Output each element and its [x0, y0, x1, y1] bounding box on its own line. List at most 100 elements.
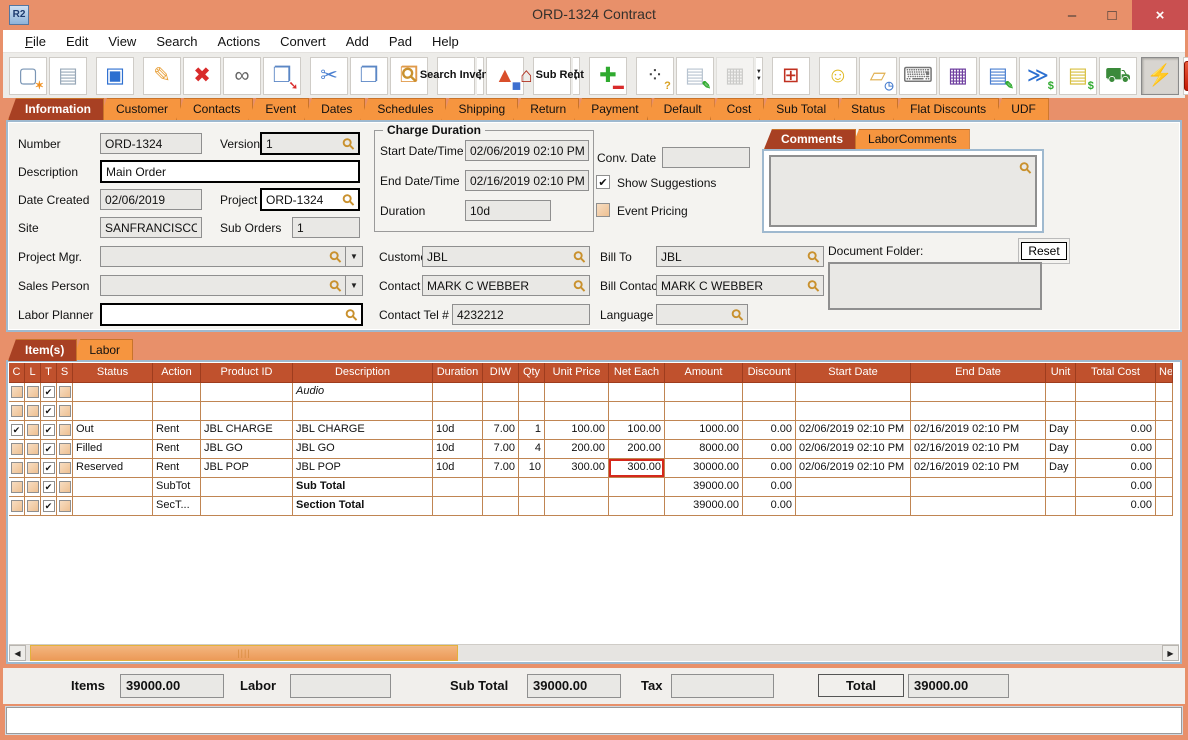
grid-cell-qty[interactable]	[519, 402, 545, 421]
grid-cell-discount[interactable]: 0.00	[743, 478, 796, 497]
grid-header-product_id[interactable]: Product ID	[201, 363, 293, 383]
grid-cell-end_date[interactable]	[911, 478, 1046, 497]
project-field[interactable]: ORD-1324⚲	[260, 188, 360, 211]
grid-cell-net2[interactable]	[1156, 497, 1173, 516]
grid-header-start_date[interactable]: Start Date	[796, 363, 911, 383]
grid-cell-net2[interactable]	[1156, 383, 1173, 402]
language-field[interactable]: ⚲	[656, 304, 748, 325]
grid-cell-total_cost[interactable]: 0.00	[1076, 459, 1156, 478]
labor-total-field[interactable]	[290, 674, 391, 698]
grid-row-checkbox-l[interactable]	[25, 478, 41, 497]
grid-cell-product_id[interactable]	[201, 497, 293, 516]
grid-row-checkbox-s[interactable]	[57, 402, 73, 421]
grid-cell-unit_price[interactable]	[545, 497, 609, 516]
grid-row-checkbox-l[interactable]	[25, 497, 41, 516]
grid-header-total_cost[interactable]: Total Cost	[1076, 363, 1156, 383]
grid-row-checkbox-l[interactable]	[25, 421, 41, 440]
find-button[interactable]: ∞	[223, 57, 261, 95]
horizontal-scrollbar[interactable]: ◀ |||| ▶	[9, 644, 1179, 661]
grid-cell-total_cost[interactable]: 0.00	[1076, 421, 1156, 440]
unchecked-checkbox-icon[interactable]	[27, 443, 39, 455]
grid-cell-diw[interactable]: 7.00	[483, 421, 519, 440]
grid-cell-action[interactable]: Rent	[153, 440, 201, 459]
menu-item-help[interactable]: Help	[422, 31, 469, 52]
comments-textarea[interactable]: ⚲	[769, 155, 1037, 227]
tab-schedules[interactable]: Schedules	[360, 98, 446, 120]
menu-item-edit[interactable]: Edit	[56, 31, 98, 52]
date-created-field[interactable]: 02/06/2019	[100, 189, 202, 210]
tab-payment[interactable]: Payment	[574, 98, 651, 120]
sub-total-field[interactable]: 39000.00	[527, 674, 621, 698]
unchecked-checkbox-icon[interactable]	[27, 405, 39, 417]
grid-cell-product_id[interactable]	[201, 383, 293, 402]
grid-cell-duration[interactable]: 10d	[433, 421, 483, 440]
tab-shipping[interactable]: Shipping	[441, 98, 518, 120]
grid-cell-unit[interactable]	[1046, 383, 1076, 402]
grid-cell-net_each[interactable]	[609, 478, 665, 497]
end-datetime-field[interactable]: 02/16/2019 02:10 PM	[465, 170, 589, 191]
unchecked-checkbox-icon[interactable]	[59, 386, 71, 398]
group-items-button[interactable]: ⁘?	[636, 57, 674, 95]
shortcut-key-button[interactable]: ⌨	[899, 57, 937, 95]
grid-cell-qty[interactable]	[519, 497, 545, 516]
grid-cell-start_date[interactable]: 02/06/2019 02:10 PM	[796, 421, 911, 440]
grid-cell-description[interactable]: Section Total	[293, 497, 433, 516]
grid-cell-net_each[interactable]: 100.00	[609, 421, 665, 440]
grid-cell-net_each[interactable]: 300.00	[609, 459, 665, 478]
menu-item-add[interactable]: Add	[336, 31, 379, 52]
grid-cell-status[interactable]: Filled	[73, 440, 153, 459]
items-tab-item-s-[interactable]: Item(s)	[8, 339, 77, 361]
grid-cell-unit[interactable]: Day	[1046, 459, 1076, 478]
grid-cell-diw[interactable]	[483, 383, 519, 402]
grid-cell-discount[interactable]: 0.00	[743, 497, 796, 516]
grid-header-unit_price[interactable]: Unit Price	[545, 363, 609, 383]
grid-row-checkbox-t[interactable]: ✔	[41, 497, 57, 516]
checked-checkbox-icon[interactable]: ✔	[43, 462, 55, 474]
grid-cell-unit_price[interactable]	[545, 402, 609, 421]
comment-tab-comments[interactable]: Comments	[764, 129, 856, 149]
unchecked-checkbox-icon[interactable]	[11, 443, 23, 455]
grid-header-net_each[interactable]: Net Each	[609, 363, 665, 383]
sub-orders-field[interactable]: 1	[292, 217, 360, 238]
grid-cell-action[interactable]: SubTot	[153, 478, 201, 497]
project-mgr-field[interactable]: ⚲	[100, 246, 346, 267]
tab-customer[interactable]: Customer	[99, 98, 181, 120]
cut-button[interactable]: ✂	[310, 57, 348, 95]
grid-cell-qty[interactable]: 10	[519, 459, 545, 478]
grid-cell-duration[interactable]	[433, 402, 483, 421]
reset-button[interactable]: Reset	[1021, 242, 1066, 260]
unchecked-checkbox-icon[interactable]	[27, 462, 39, 474]
grid-cell-amount[interactable]	[665, 402, 743, 421]
unchecked-checkbox-icon[interactable]	[27, 424, 39, 436]
grid-cell-status[interactable]	[73, 383, 153, 402]
grid-header-description[interactable]: Description	[293, 363, 433, 383]
grid-row-checkbox-s[interactable]	[57, 383, 73, 402]
minimize-button[interactable]: –	[1052, 0, 1092, 30]
grid-cell-total_cost[interactable]	[1076, 383, 1156, 402]
grid-cell-diw[interactable]	[483, 478, 519, 497]
grid-row-checkbox-s[interactable]	[57, 478, 73, 497]
grid-cell-start_date[interactable]: 02/06/2019 02:10 PM	[796, 459, 911, 478]
tab-cost[interactable]: Cost	[710, 98, 765, 120]
payments-button[interactable]: ≫$	[1019, 57, 1057, 95]
grid-header-end_date[interactable]: End Date	[911, 363, 1046, 383]
grid-cell-discount[interactable]: 0.00	[743, 440, 796, 459]
grid-cell-start_date[interactable]: 02/06/2019 02:10 PM	[796, 440, 911, 459]
grid-cell-qty[interactable]: 1	[519, 421, 545, 440]
grid-cell-net2[interactable]	[1156, 440, 1173, 459]
grid-cell-amount[interactable]	[665, 383, 743, 402]
tab-event[interactable]: Event	[248, 98, 309, 120]
notes-edit-button[interactable]: ▤✎	[979, 57, 1017, 95]
calendar-button[interactable]: ▦	[716, 57, 754, 95]
save-button[interactable]: ▣	[96, 57, 134, 95]
grid-cell-unit_price[interactable]: 100.00	[545, 421, 609, 440]
event-pricing-checkbox[interactable]	[596, 203, 610, 217]
grid-cell-amount[interactable]: 8000.00	[665, 440, 743, 459]
grid-row-checkbox-s[interactable]	[57, 440, 73, 459]
grid-row-checkbox-t[interactable]: ✔	[41, 383, 57, 402]
grid-cell-end_date[interactable]	[911, 402, 1046, 421]
grid-cell-unit_price[interactable]: 300.00	[545, 459, 609, 478]
checked-checkbox-icon[interactable]: ✔	[43, 386, 55, 398]
add-item-button[interactable]: ✚▬	[589, 57, 627, 95]
grid-header-unit[interactable]: Unit	[1046, 363, 1076, 383]
